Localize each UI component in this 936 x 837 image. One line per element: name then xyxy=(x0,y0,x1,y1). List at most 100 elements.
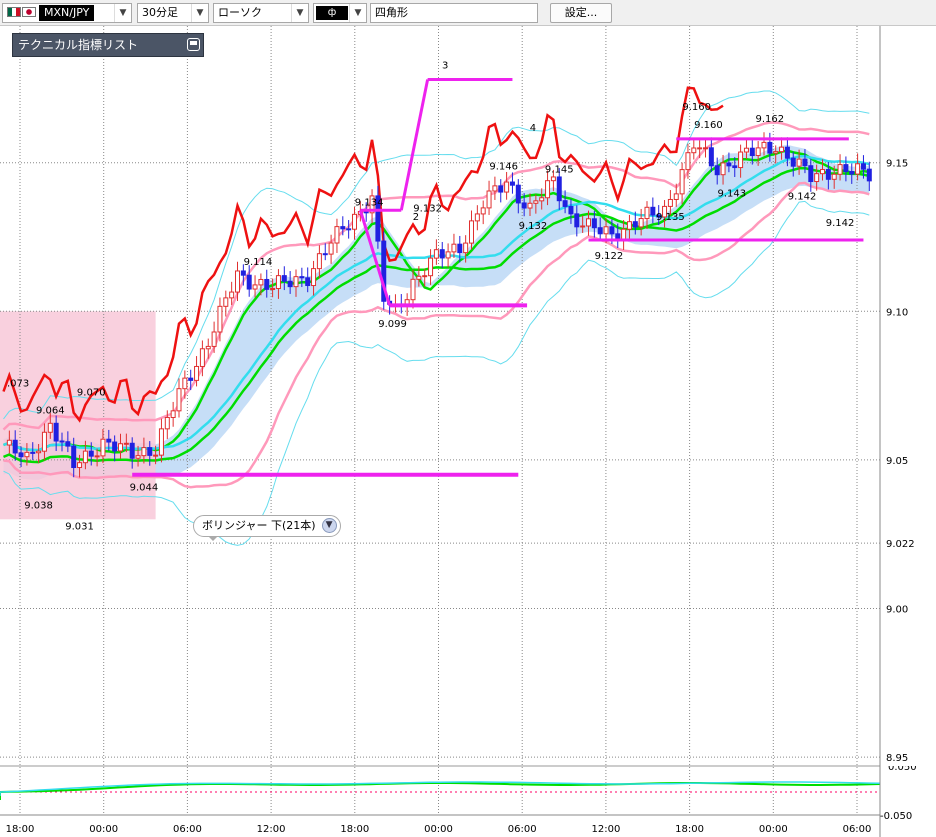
candle-body xyxy=(205,345,211,350)
candle-body xyxy=(118,443,123,452)
chevron-down-icon[interactable]: ▼ xyxy=(349,4,366,22)
tooltip-text: ボリンジャー 下(21本) xyxy=(202,519,316,532)
japan-flag-icon xyxy=(22,7,36,17)
candle-body xyxy=(703,147,708,150)
candle-body xyxy=(352,213,357,230)
candle-body xyxy=(433,249,439,259)
time-tick: 00:00 xyxy=(89,824,118,835)
candle-body xyxy=(644,206,650,220)
indicator-list-title: テクニカル指標リスト xyxy=(18,38,139,52)
indicator-tooltip[interactable]: ボリンジャー 下(21本) ▼ xyxy=(193,515,341,541)
candle-body xyxy=(281,275,287,282)
candle-body xyxy=(463,242,469,254)
chevron-down-icon[interactable]: ▼ xyxy=(191,4,208,22)
price-label: 9.134 xyxy=(355,197,384,208)
chevron-down-icon[interactable]: ▼ xyxy=(114,4,131,22)
candle-body xyxy=(825,169,831,180)
price-tick: 9.00 xyxy=(886,604,908,615)
candle-body xyxy=(77,462,83,469)
candle-body xyxy=(246,274,252,290)
candle-body xyxy=(18,452,24,458)
candle-body xyxy=(293,276,299,288)
candle-body xyxy=(527,202,533,209)
drawing-label: 4 xyxy=(530,123,536,134)
candle-body xyxy=(779,146,785,153)
candle-body xyxy=(474,213,480,222)
candle-body xyxy=(855,163,861,175)
color-select[interactable]: ф ▼ xyxy=(313,3,367,23)
candle-body xyxy=(480,207,486,215)
candle-body xyxy=(451,243,457,253)
candle-body xyxy=(743,147,749,153)
candle-body xyxy=(550,176,556,182)
candle-body xyxy=(533,200,539,204)
drawing-tool-label: 四角形 xyxy=(375,6,408,19)
candle-body xyxy=(299,276,305,279)
minimize-icon[interactable] xyxy=(187,38,200,51)
candle-body xyxy=(182,377,188,390)
candle-body xyxy=(176,388,182,412)
symbol-label: MXN/JPY xyxy=(39,5,95,21)
price-label: 9.135 xyxy=(656,212,685,223)
candle-body xyxy=(697,147,703,150)
price-axis-bg xyxy=(880,26,936,766)
price-label: 9.044 xyxy=(130,483,159,494)
price-axis: 9.15 9.10 9.05 9.022 9.00 8.95 xyxy=(879,26,936,837)
price-label: 9.142 xyxy=(788,191,817,202)
price-tick: 9.05 xyxy=(886,456,908,467)
candle-body xyxy=(714,165,720,176)
candle-body xyxy=(802,158,808,167)
candle-body xyxy=(831,173,837,180)
time-tick: 06:00 xyxy=(843,824,872,835)
price-label: 9.132 xyxy=(519,221,548,232)
candle-body xyxy=(12,439,18,454)
chart-toolbar: MXN/JPY ▼ 30分足 ▼ ローソク ▼ ф ▼ 四角形 設定... xyxy=(0,0,936,26)
price-label: 9.145 xyxy=(545,165,574,176)
candle-body xyxy=(211,331,217,347)
chevron-down-icon[interactable]: ▼ xyxy=(321,518,337,533)
candle-body xyxy=(609,226,615,235)
candle-body xyxy=(6,439,12,446)
candle-body xyxy=(316,253,322,270)
mexico-flag-icon xyxy=(7,7,21,17)
time-tick: 12:00 xyxy=(591,824,620,835)
candle-body xyxy=(147,447,153,456)
candle-body xyxy=(322,253,328,256)
candle-body xyxy=(556,176,562,202)
candle-body xyxy=(36,450,42,454)
candle-body xyxy=(188,377,194,381)
candle-body xyxy=(685,152,691,171)
candle-body xyxy=(673,193,679,200)
candle-body xyxy=(94,455,100,458)
candle-body xyxy=(562,200,568,207)
symbol-select[interactable]: MXN/JPY ▼ xyxy=(2,3,132,23)
time-tick: 18:00 xyxy=(340,824,369,835)
drawing-tool-field[interactable]: 四角形 xyxy=(370,3,538,23)
candle-body xyxy=(691,147,697,154)
candle-body xyxy=(71,445,77,469)
candle-body xyxy=(41,431,47,452)
time-tick: 00:00 xyxy=(424,824,453,835)
candle-body xyxy=(235,270,240,293)
candle-body xyxy=(346,228,352,231)
candle-body xyxy=(311,268,317,287)
timeframe-select[interactable]: 30分足 ▼ xyxy=(137,3,209,23)
price-label: 9.142 xyxy=(826,218,855,229)
candle-body xyxy=(141,447,147,457)
candle-body xyxy=(708,147,714,167)
candle-body xyxy=(428,257,434,277)
oscillator-lower-label: -0.050 xyxy=(880,811,912,822)
chart-type-select[interactable]: ローソク ▼ xyxy=(213,3,309,23)
chevron-down-icon[interactable]: ▼ xyxy=(291,4,308,22)
candle-body xyxy=(170,410,176,418)
candle-body xyxy=(88,450,94,457)
candle-body xyxy=(445,251,451,259)
candle-body xyxy=(106,438,112,443)
settings-button[interactable]: 設定... xyxy=(550,3,612,23)
candle-body xyxy=(574,213,580,228)
price-chart[interactable]: .073 9.064 9.070 9.038 9.031 9.044 9.114 9.134 9… xyxy=(0,0,936,837)
candle-body xyxy=(820,169,825,175)
price-tick: 9.10 xyxy=(886,307,908,318)
oscillator-pane: 0.050-0.050 xyxy=(0,762,917,822)
indicator-list-panel[interactable]: テクニカル指標リスト xyxy=(12,33,204,57)
